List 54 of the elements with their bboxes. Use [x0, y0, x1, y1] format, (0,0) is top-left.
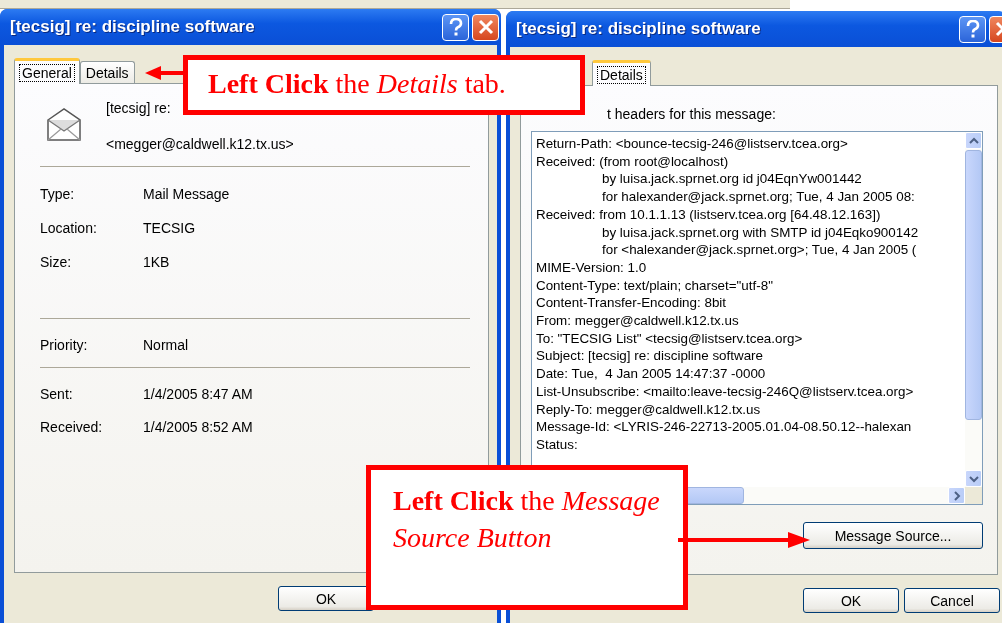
- window-title: [tecsig] re: discipline software: [10, 17, 256, 37]
- instruction-tooltip: Left Click the Details tab.: [183, 55, 585, 115]
- field-value: 1/4/2005 8:47 AM: [143, 386, 253, 402]
- field-value: 1KB: [143, 254, 170, 270]
- header-line: Received: (from root@localhost): [536, 152, 730, 171]
- close-button[interactable]: [472, 13, 499, 41]
- field-value: TECSIG: [143, 220, 196, 236]
- header-line: for halexander@jack.sprnet.org; Tue, 4 Jan 2005 08:: [601, 188, 916, 206]
- window-title: [tecsig] re: discipline software: [516, 19, 762, 39]
- header-line: Content-Transfer-Encoding: 8bit: [536, 294, 728, 313]
- scrollbar-corner: [965, 487, 982, 504]
- header-line: Reply-To: megger@caldwell.k12.tx.us: [536, 400, 762, 419]
- header-line: To: "TECSIG List" <tecsig@listserv.tcea.org>: [536, 329, 804, 348]
- tab[interactable]: Details: [592, 60, 651, 86]
- scroll-thumb[interactable]: [965, 150, 982, 420]
- header-line: Received: from 10.1.1.13 (listserv.tcea.org [64.48.12.163]): [536, 205, 882, 224]
- tab[interactable]: General: [14, 58, 80, 84]
- header-line: by luisa.jack.sprnet.org with SMTP id j04Eqko900142: [601, 223, 920, 242]
- instruction-tooltip: Left Click the Message Source Button: [366, 465, 688, 610]
- vertical-scrollbar[interactable]: [965, 132, 982, 487]
- ok-button[interactable]: OK: [803, 588, 899, 613]
- pointer-arrow: [145, 66, 185, 80]
- header-line: Content-Type: text/plain; charset="utf-8": [536, 276, 774, 295]
- header-line: MIME-Version: 1.0: [536, 258, 648, 277]
- sender-address: <megger@caldwell.k12.tx.us>: [106, 136, 294, 152]
- header-line: Date: Tue, 4 Jan 2005 14:47:37 -0000: [536, 365, 767, 383]
- ok-button[interactable]: OK: [278, 586, 374, 611]
- header-line: Status:: [536, 435, 579, 454]
- header-line: List-Unsubscribe: <mailto:leave-tecsig-246Q@listserv.tcea.org>: [536, 382, 915, 401]
- help-button[interactable]: [959, 15, 986, 43]
- field-value: Normal: [143, 337, 189, 353]
- header-line: Message-Id: <LYRIS-246-22713-2005.01.04-08.50.12--halexan: [536, 418, 913, 436]
- header-line: Return-Path: <bounce-tecsig-246@listserv.tcea.org>: [536, 135, 849, 153]
- question-icon: [447, 18, 464, 36]
- field-label: Type:: [40, 186, 76, 202]
- close-icon: [477, 19, 494, 35]
- field-label: Location:: [40, 220, 98, 236]
- field-label: Priority:: [40, 337, 89, 353]
- header-line: From: megger@caldwell.k12.tx.us: [536, 312, 740, 330]
- header-line: Subject: [tecsig] re: discipline software: [536, 347, 764, 366]
- intro-text: t headers for this message:: [606, 105, 777, 124]
- field-label: Received:: [40, 419, 104, 435]
- help-button[interactable]: [442, 13, 469, 41]
- question-icon: [964, 20, 981, 38]
- field-value: 1/4/2005 8:52 AM: [143, 419, 253, 435]
- header-line: by luisa.jack.sprnet.org id j04EqnYw001442: [601, 170, 863, 189]
- field-value: Mail Message: [143, 186, 230, 202]
- header-line: for <halexander@jack.sprnet.org>; Tue, 4 Jan 2005 (: [601, 241, 918, 259]
- cancel-button[interactable]: Cancel: [904, 588, 1000, 613]
- message-subject: [tecsig] re:: [106, 100, 172, 116]
- tab[interactable]: Details: [79, 61, 135, 83]
- field-label: Sent:: [40, 386, 74, 402]
- field-label: Size:: [40, 254, 73, 270]
- message-source-button[interactable]: Message Source...: [803, 522, 983, 549]
